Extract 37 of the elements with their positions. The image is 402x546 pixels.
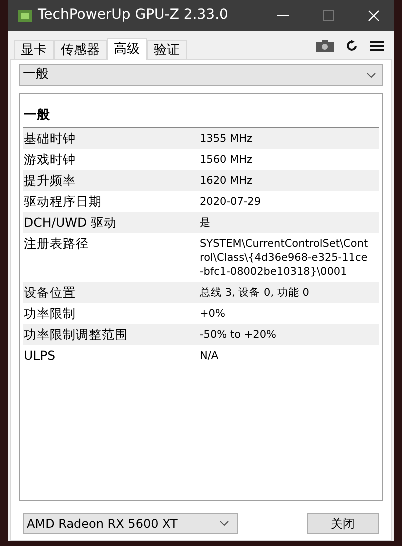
property-label: 设备位置 (23, 284, 77, 300)
property-value: -50% to +20% (200, 328, 278, 342)
property-label: 提升频率 (23, 172, 77, 188)
section-dropdown[interactable]: 一般 (19, 64, 383, 86)
property-label: 注册表路径 (23, 236, 90, 252)
property-value: +0% (200, 306, 226, 320)
property-value: 是 (200, 216, 212, 230)
property-label: 功率限制 (23, 306, 77, 320)
menu-icon[interactable] (370, 40, 384, 52)
chevron-down-icon (367, 72, 376, 78)
property-value: 1355 MHz (200, 132, 254, 146)
tab[interactable]: 验证 (147, 40, 187, 59)
maximize-icon[interactable] (323, 10, 334, 21)
tab[interactable]: 显卡 (14, 40, 54, 59)
close-button[interactable]: 关闭 (307, 513, 379, 534)
property-value: SYSTEM\CurrentControlSet\Control\Class\{4d36e968-e325-11ce-bfc1-08002be10318}\0001 (200, 236, 370, 278)
close-icon[interactable] (368, 10, 380, 22)
property-label: 驱动程序日期 (23, 194, 103, 208)
chevron-down-icon (220, 521, 229, 526)
property-label: 基础时钟 (23, 130, 77, 146)
property-label: DCH/UWD 驱动 (23, 214, 118, 230)
property-value: N/A (200, 348, 220, 362)
property-label: 功率限制调整范围 (23, 326, 129, 342)
property-label: ULPS (23, 348, 57, 362)
property-label: 游戏时钟 (23, 152, 77, 166)
camera-icon[interactable] (316, 40, 334, 52)
property-value: 1620 MHz (200, 174, 254, 188)
refresh-icon[interactable] (346, 40, 358, 52)
gpu-select[interactable]: AMD Radeon RX 5600 XT (23, 513, 238, 534)
property-value: 总线 3, 设备 0, 功能 0 (200, 286, 310, 300)
property-value: 1560 MHz (200, 152, 254, 166)
property-value: 2020-07-29 (200, 194, 262, 208)
minimize-icon[interactable] (277, 14, 289, 16)
app-icon (18, 10, 32, 22)
window-title: TechPowerUp GPU-Z 2.33.0 (38, 6, 228, 25)
tab[interactable]: 高级 (107, 38, 147, 60)
tab[interactable]: 传感器 (54, 40, 107, 59)
